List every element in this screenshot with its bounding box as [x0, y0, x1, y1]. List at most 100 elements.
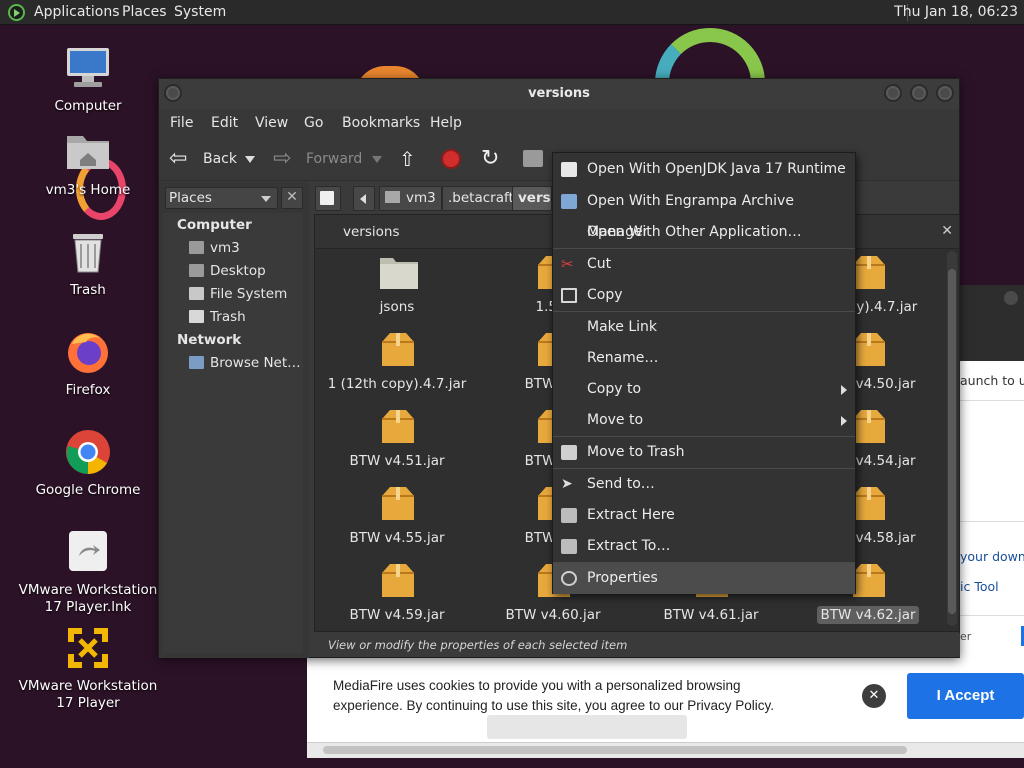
close-button[interactable] [936, 84, 954, 102]
menu-edit[interactable]: Edit [211, 109, 238, 137]
menu-item-open-with-java[interactable]: Open With OpenJDK Java 17 Runtime [553, 154, 855, 185]
reload-icon[interactable]: ↻ [481, 148, 503, 170]
menu-applications[interactable]: Applications [34, 0, 120, 25]
path-scroll-left[interactable] [353, 186, 375, 211]
cookie-close-button[interactable]: ✕ [862, 684, 886, 708]
file-item[interactable]: BTW v4.51.jar [319, 407, 475, 470]
network-icon [189, 356, 204, 369]
copy-icon [561, 288, 577, 303]
desktop-icon-label: Computer [54, 98, 122, 114]
menu-item-open-with-other[interactable]: Open With Other Application… [553, 217, 855, 248]
places-selector[interactable]: Places [165, 187, 278, 209]
menu-item-extract-to[interactable]: Extract To… [553, 531, 855, 562]
desktop-icon-home[interactable]: vm3's Home [18, 128, 158, 199]
maximize-button[interactable] [910, 84, 928, 102]
menu-item-label: Copy to [587, 381, 642, 397]
sidebar-item-browse-network[interactable]: Browse Net… [189, 353, 301, 373]
accept-cookies-button[interactable]: I Accept [907, 673, 1024, 719]
archive-icon [379, 561, 415, 599]
path-segment-versions[interactable]: versio [512, 186, 552, 211]
file-item[interactable]: 1 (12th copy).4.7.jar [319, 330, 475, 393]
menu-system[interactable]: System [174, 0, 226, 25]
menu-item-make-link[interactable]: Make Link [553, 312, 855, 343]
close-sidebar-button[interactable]: ✕ [281, 187, 303, 209]
back-arrow-icon[interactable]: ⇦ [169, 148, 191, 170]
path-segment-vm3[interactable]: vm3 [379, 186, 442, 211]
sidebar-item-vm3[interactable]: vm3 [189, 238, 301, 258]
menu-item-label: Move to [587, 412, 644, 428]
browser-link[interactable]: ic Tool [960, 579, 999, 594]
horizontal-scrollbar[interactable] [307, 742, 1024, 758]
clock[interactable]: Thu Jan 18, 06:23 [894, 0, 1018, 25]
menu-item-properties[interactable]: Properties [553, 563, 855, 594]
home-icon[interactable] [523, 150, 543, 167]
text-location-toggle[interactable] [315, 186, 341, 211]
menu-item-move-to-trash[interactable]: Move to Trash [553, 437, 855, 468]
forward-history-dropdown[interactable] [372, 156, 382, 163]
forward-button[interactable]: Forward [306, 147, 362, 171]
path-segment-betacraft[interactable]: .betacraft [442, 186, 520, 211]
menu-item-rename[interactable]: Rename… [553, 343, 855, 374]
desktop-icon-chrome[interactable]: Google Chrome [18, 428, 158, 499]
desktop-icon-label: vm3's Home [45, 182, 131, 198]
menu-item-copy[interactable]: Copy [553, 280, 855, 311]
file-item[interactable]: BTW v4.55.jar [319, 484, 475, 547]
path-segment-label: vm3 [406, 190, 436, 206]
back-button[interactable]: Back [203, 147, 237, 171]
close-icon[interactable]: ✕ [941, 223, 953, 239]
submenu-arrow-icon [841, 416, 847, 426]
edit-location-icon [320, 191, 334, 205]
home-folder-icon [64, 128, 112, 176]
desktop-icon-vmware-lnk[interactable]: VMware Workstation 17 Player.lnk [18, 528, 158, 616]
window-titlebar[interactable]: versions [159, 79, 959, 109]
sidebar-item-trash[interactable]: Trash [189, 307, 301, 327]
browser-link[interactable]: your downlo [960, 549, 1024, 564]
forward-arrow-icon[interactable]: ⇨ [273, 148, 295, 170]
chrome-icon [64, 428, 112, 476]
browser-snippet: er [960, 630, 972, 643]
scrollbar-thumb[interactable] [948, 269, 956, 614]
menu-item-cut[interactable]: ✂ Cut [553, 249, 855, 280]
sidebar-item-desktop[interactable]: Desktop [189, 261, 301, 281]
menu-help[interactable]: Help [430, 109, 462, 137]
stop-icon[interactable] [441, 149, 461, 169]
file-name: BTW v4.61.jar [663, 607, 759, 623]
menu-item-send-to[interactable]: ➤ Send to… [553, 469, 855, 500]
menu-file[interactable]: File [170, 109, 193, 137]
vertical-scrollbar[interactable] [947, 251, 957, 626]
up-icon[interactable]: ⇧ [399, 148, 421, 170]
chevron-left-icon [360, 194, 366, 204]
close-icon[interactable] [1004, 291, 1018, 305]
menu-bookmarks[interactable]: Bookmarks [342, 109, 420, 137]
file-name: BTW v4.55.jar [349, 530, 445, 546]
minimize-button[interactable] [884, 84, 902, 102]
menu-item-label: Open With Other Application… [587, 224, 802, 240]
scrollbar-thumb[interactable] [323, 746, 907, 754]
menu-item-open-with-engrampa[interactable]: Open With Engrampa Archive Manager [553, 186, 855, 240]
menu-item-move-to[interactable]: Move to [553, 405, 855, 436]
file-item[interactable]: jsons [319, 253, 475, 316]
sidebar-list: Computer vm3 Desktop File System Trash N… [163, 213, 303, 653]
sidebar-item-label: File System [210, 286, 288, 302]
menu-go[interactable]: Go [304, 109, 323, 137]
home-folder-icon [385, 191, 400, 203]
file-name: 1 (12th copy).4.7.jar [327, 376, 467, 392]
desktop-icon-label: VMware Workstation 17 Player [18, 678, 158, 711]
menu-item-copy-to[interactable]: Copy to [553, 374, 855, 405]
sidebar-item-file-system[interactable]: File System [189, 284, 301, 304]
desktop-icon-vmware[interactable]: VMware Workstation 17 Player [18, 624, 158, 712]
menu-item-label: Extract To… [587, 538, 671, 554]
window-menu-button[interactable] [164, 84, 182, 102]
folder-icon [379, 253, 418, 291]
file-name: BTW v4.59.jar [349, 607, 445, 623]
desktop-icon-trash[interactable]: Trash [18, 228, 158, 299]
computer-icon [64, 44, 112, 92]
menu-item-extract-here[interactable]: Extract Here [553, 500, 855, 531]
vmware-icon [64, 624, 112, 672]
back-history-dropdown[interactable] [245, 156, 255, 163]
desktop-icon-computer[interactable]: Computer [18, 44, 158, 115]
file-item[interactable]: BTW v4.59.jar [319, 561, 475, 624]
desktop-icon-firefox[interactable]: Firefox [18, 328, 158, 399]
menu-view[interactable]: View [255, 109, 288, 137]
menu-places[interactable]: Places [122, 0, 167, 25]
